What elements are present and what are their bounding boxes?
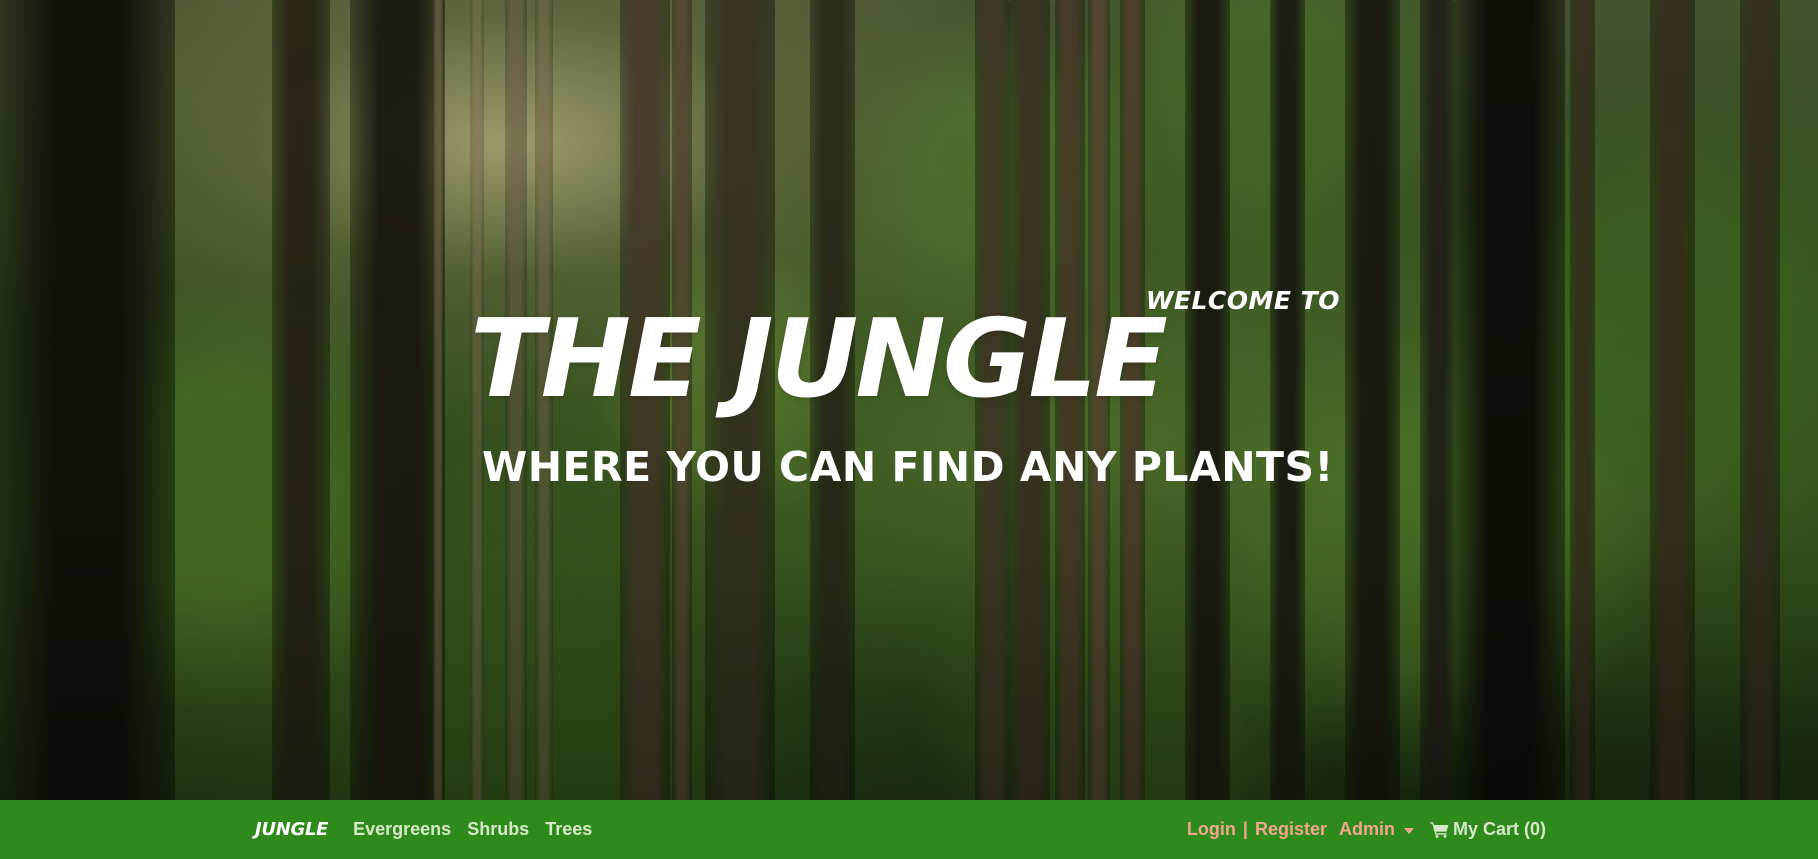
navbar-left: JUNGLE Evergreens Shrubs Trees [255,819,608,840]
hero-subtitle: WHERE YOU CAN FIND ANY PLANTS! [482,443,1334,491]
nav-link-trees[interactable]: Trees [545,819,592,840]
register-link[interactable]: Register [1255,819,1327,840]
hero-welcome-text: WELCOME TO [1145,286,1340,315]
cart-label: My Cart [1452,819,1519,839]
navbar-container: JUNGLE Evergreens Shrubs Trees Login | R… [255,800,1546,859]
admin-dropdown-toggle[interactable]: Admin [1339,819,1414,840]
my-cart-link[interactable]: My Cart (0) [1429,819,1546,840]
hero-title: THE JUNGLE [470,297,1168,422]
admin-label: Admin [1338,819,1395,839]
navbar-right: Login | Register Admin My Cart (0) [1187,819,1546,840]
login-link[interactable]: Login [1187,819,1236,840]
nav-link-shrubs[interactable]: Shrubs [467,819,529,840]
cart-count: (0) [1524,819,1546,839]
auth-separator: | [1242,819,1248,839]
main-navbar: JUNGLE Evergreens Shrubs Trees Login | R… [0,800,1818,859]
shopping-cart-icon [1429,821,1449,838]
hero-banner: WELCOME TO THE JUNGLE WHERE YOU CAN FIND… [0,0,1818,800]
caret-down-icon [1403,827,1414,834]
brand-logo-link[interactable]: JUNGLE [255,819,328,840]
nav-link-evergreens[interactable]: Evergreens [353,819,451,840]
